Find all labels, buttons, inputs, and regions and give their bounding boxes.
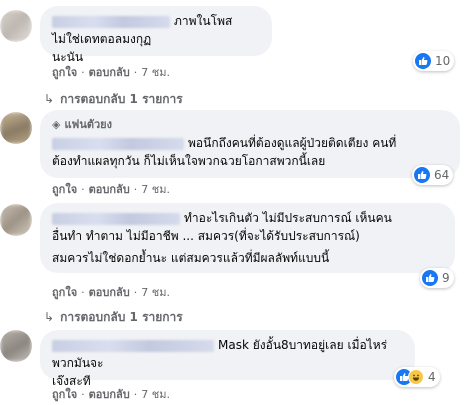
- badge-label: แฟนตัวยง: [64, 118, 113, 131]
- timestamp[interactable]: 7 ชม.: [141, 180, 170, 198]
- comment-actions: ถูกใจ · ตอบกลับ · 7 ชม.: [52, 180, 170, 198]
- comment-actions: ถูกใจ · ตอบกลับ · 7 ชม.: [52, 283, 170, 301]
- haha-icon: [408, 369, 424, 385]
- commenter-avatar[interactable]: [0, 112, 32, 144]
- like-link[interactable]: ถูกใจ: [52, 283, 77, 301]
- commenter-name-redacted[interactable]: [52, 137, 184, 150]
- view-replies-link[interactable]: ↳ การตอบกลับ 1 รายการ: [44, 90, 183, 109]
- commenter-name-redacted[interactable]: [52, 339, 214, 352]
- reaction-count-badge[interactable]: 64: [412, 165, 454, 185]
- reply-link[interactable]: ตอบกลับ: [89, 283, 130, 301]
- like-link[interactable]: ถูกใจ: [52, 63, 77, 81]
- like-icon: [414, 167, 430, 183]
- timestamp[interactable]: 7 ชม.: [141, 283, 170, 301]
- reply-arrow-icon: ↳: [44, 92, 55, 106]
- comment-actions: ถูกใจ · ตอบกลับ · 7 ชม.: [52, 63, 170, 81]
- commenter-name-redacted[interactable]: [52, 212, 180, 225]
- like-link[interactable]: ถูกใจ: [52, 385, 77, 403]
- comment-bubble: Mask ยังอั้น8บาทอยู่เลย เมื่อไหร่พวกมันจ…: [40, 330, 415, 388]
- comment-actions: ถูกใจ · ตอบกลับ · 7 ชม.: [52, 385, 170, 403]
- like-icon: [422, 270, 438, 286]
- comment-text: อื่นทำ ทำตาม ไม่มีอาชีพ ... สมควร(ที่จะไ…: [52, 229, 360, 243]
- comment-bubble: ทำอะไรเกินตัว ไม่มีประสบการณ์ เห็นคน อื่…: [40, 203, 455, 273]
- reaction-count: 9: [442, 271, 450, 285]
- reply-link[interactable]: ตอบกลับ: [89, 180, 130, 198]
- reaction-count-badge[interactable]: 4: [394, 367, 440, 387]
- diamond-badge-icon: ◈: [52, 117, 61, 131]
- timestamp[interactable]: 7 ชม.: [141, 385, 170, 403]
- timestamp[interactable]: 7 ชม.: [141, 63, 170, 81]
- commenter-avatar[interactable]: [0, 10, 32, 42]
- comment-text: สมควรไม่ใช่ดอกย้ำนะ แต่สมควรแล้วที่มีผลล…: [52, 251, 330, 265]
- commenter-avatar[interactable]: [0, 204, 32, 236]
- comment-text: ทำอะไรเกินตัว ไม่มีประสบการณ์ เห็นคน: [184, 211, 392, 225]
- reaction-count: 10: [435, 54, 451, 68]
- comment-bubble: ภาพในโพสไม่ใช่เดทตอลมงกุฏ นะนัน: [40, 6, 272, 64]
- comment-text: ต้องทำแผลทุกวัน ก็ไม่เห็นใจพวกฉวยโอกาสพว…: [52, 154, 326, 168]
- reaction-count-badge[interactable]: 10: [413, 51, 455, 71]
- reaction-count: 64: [434, 168, 450, 182]
- replies-count-label: การตอบกลับ 1 รายการ: [60, 310, 183, 324]
- like-link[interactable]: ถูกใจ: [52, 180, 77, 198]
- view-replies-link[interactable]: ↳ การตอบกลับ 1 รายการ: [44, 308, 183, 327]
- reaction-count: 4: [428, 370, 436, 384]
- top-fan-badge: ◈ แฟนตัวยง: [52, 115, 448, 133]
- comment-bubble: ◈ แฟนตัวยง พอนึกถึงคนที่ต้องดูแลผู้ป่วยติ…: [40, 110, 460, 178]
- comment-text: พอนึกถึงคนที่ต้องดูแลผู้ป่วยติดเตียง คนท…: [188, 136, 397, 150]
- reaction-count-badge[interactable]: 9: [420, 268, 454, 288]
- commenter-avatar[interactable]: [0, 330, 32, 362]
- commenter-name-redacted[interactable]: [52, 15, 170, 28]
- replies-count-label: การตอบกลับ 1 รายการ: [60, 92, 183, 106]
- reply-link[interactable]: ตอบกลับ: [89, 63, 130, 81]
- reply-link[interactable]: ตอบกลับ: [89, 385, 130, 403]
- reply-arrow-icon: ↳: [44, 310, 55, 324]
- like-icon: [415, 53, 431, 69]
